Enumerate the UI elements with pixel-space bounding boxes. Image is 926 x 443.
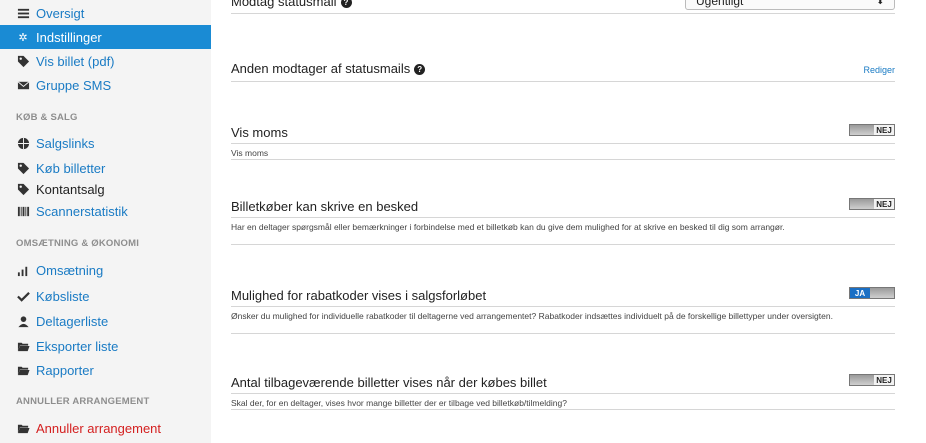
toggle-knob [850,199,874,209]
vat-toggle[interactable]: NEJ [849,124,895,136]
folder-open-icon [16,339,30,353]
sidebar-item-label: Salgslinks [36,135,95,151]
sidebar-item-kontantsalg[interactable]: Kontantsalg [0,177,211,201]
remaining-tickets-toggle[interactable]: NEJ [849,374,895,386]
tag-icon [16,182,30,196]
setting-description: Vis moms [231,148,269,158]
buyer-message-toggle[interactable]: NEJ [849,198,895,210]
globe-icon [16,136,30,150]
toggle-knob [850,375,874,385]
setting-title: Anden modtager af statusmails? [231,61,426,76]
sidebar-item-label: Annuller arrangement [36,420,162,436]
sidebar-item-vis-billet[interactable]: Vis billet (pdf) [0,49,211,73]
sidebar-item-omsaetning[interactable]: Omsætning [0,258,211,282]
sidebar-item-label: Vis billet (pdf) [36,53,115,69]
divider [231,409,895,410]
toggle-knob [850,125,874,135]
setting-other-recipient: Anden modtager af statusmails? Rediger [231,60,895,90]
sidebar: Oversigt ✲ Indstillinger Vis billet (pdf… [0,0,211,443]
sidebar-item-label: Rapporter [36,362,94,378]
check-icon [16,289,30,303]
sidebar-item-eksporter-liste[interactable]: Eksporter liste [0,334,211,358]
sidebar-item-label: Gruppe SMS [36,77,112,93]
sidebar-item-scannerstatistik[interactable]: Scannerstatistik [0,199,211,223]
setting-title: Vis moms [231,125,288,140]
sidebar-item-rapporter[interactable]: Rapporter [0,358,211,382]
sidebar-item-gruppe-sms[interactable]: Gruppe SMS [0,73,211,97]
folder-open-icon [16,421,30,435]
sidebar-item-label: Eksporter liste [36,338,119,354]
sidebar-item-label: Kontantsalg [36,181,105,197]
setting-vat: Vis moms NEJ Vis moms [231,124,895,160]
help-icon[interactable]: ? [340,0,352,8]
setting-discount-codes: Mulighed for rabatkoder vises i salgsfor… [231,287,895,335]
chevron-updown-icon: ⬍ [876,0,884,6]
divider [231,244,895,245]
user-icon [16,314,30,328]
sidebar-item-label: Deltagerliste [36,313,109,329]
setting-description: Ønsker du mulighed for individuelle raba… [231,311,833,321]
sidebar-item-salgslinks[interactable]: Salgslinks [0,131,211,155]
gear-icon: ✲ [18,31,28,44]
divider [231,393,895,394]
divider [231,159,895,160]
sidebar-item-label: Købsliste [36,288,90,304]
tag-icon [16,54,30,68]
divider [231,81,895,82]
folder-open-icon [16,363,30,377]
setting-description: Har en deltager spørgsmål eller bemærkni… [231,222,785,232]
sidebar-item-label: Scannerstatistik [36,203,128,219]
divider [231,143,895,144]
setting-title: Billetkøber kan skrive en besked [231,199,419,214]
divider [231,13,895,14]
list-icon [16,6,30,20]
setting-title: Antal tilbageværende billetter vises når… [231,375,547,390]
bar-chart-icon [16,263,30,277]
setting-title: Mulighed for rabatkoder vises i salgsfor… [231,288,487,303]
sidebar-item-label: Indstillinger [36,29,102,45]
tag-icon [16,161,30,175]
divider [231,333,895,334]
setting-title: Modtag statusmail? [231,0,352,9]
discount-codes-toggle[interactable]: JA [849,287,895,299]
section-heading-annuller: ANNULLER ARRANGEMENT [16,396,150,407]
toggle-knob [870,288,894,298]
setting-remaining-tickets: Antal tilbageværende billetter vises når… [231,374,895,410]
section-heading-omsaetning: OMSÆTNING & ØKONOMI [16,238,140,249]
statusmail-frequency-select[interactable]: Ugentligt ⬍ [685,0,895,10]
sidebar-item-label: Oversigt [36,5,85,21]
sidebar-item-deltagerliste[interactable]: Deltagerliste [0,309,211,333]
sidebar-item-label: Omsætning [36,262,104,278]
divider [231,306,895,307]
envelope-icon [16,78,30,92]
sidebar-item-koebsliste[interactable]: Købsliste [0,284,211,308]
edit-link[interactable]: Rediger [863,65,895,75]
setting-status-mail: Modtag statusmail? Ugentligt ⬍ [231,0,895,14]
sidebar-item-oversigt[interactable]: Oversigt [0,1,211,25]
barcode-icon [16,204,30,218]
setting-description: Skal der, for en deltager, vises hvor ma… [231,398,567,408]
section-heading-koeb-salg: KØB & SALG [16,112,78,123]
settings-panel: Modtag statusmail? Ugentligt ⬍ Anden mod… [211,0,926,443]
sidebar-item-indstillinger[interactable]: ✲ Indstillinger [0,25,211,49]
help-icon[interactable]: ? [414,64,426,75]
divider [231,217,895,218]
sidebar-item-label: Køb billetter [36,160,106,176]
sidebar-item-annuller-arrangement[interactable]: Annuller arrangement [0,416,211,440]
setting-buyer-message: Billetkøber kan skrive en besked NEJ Har… [231,198,895,246]
